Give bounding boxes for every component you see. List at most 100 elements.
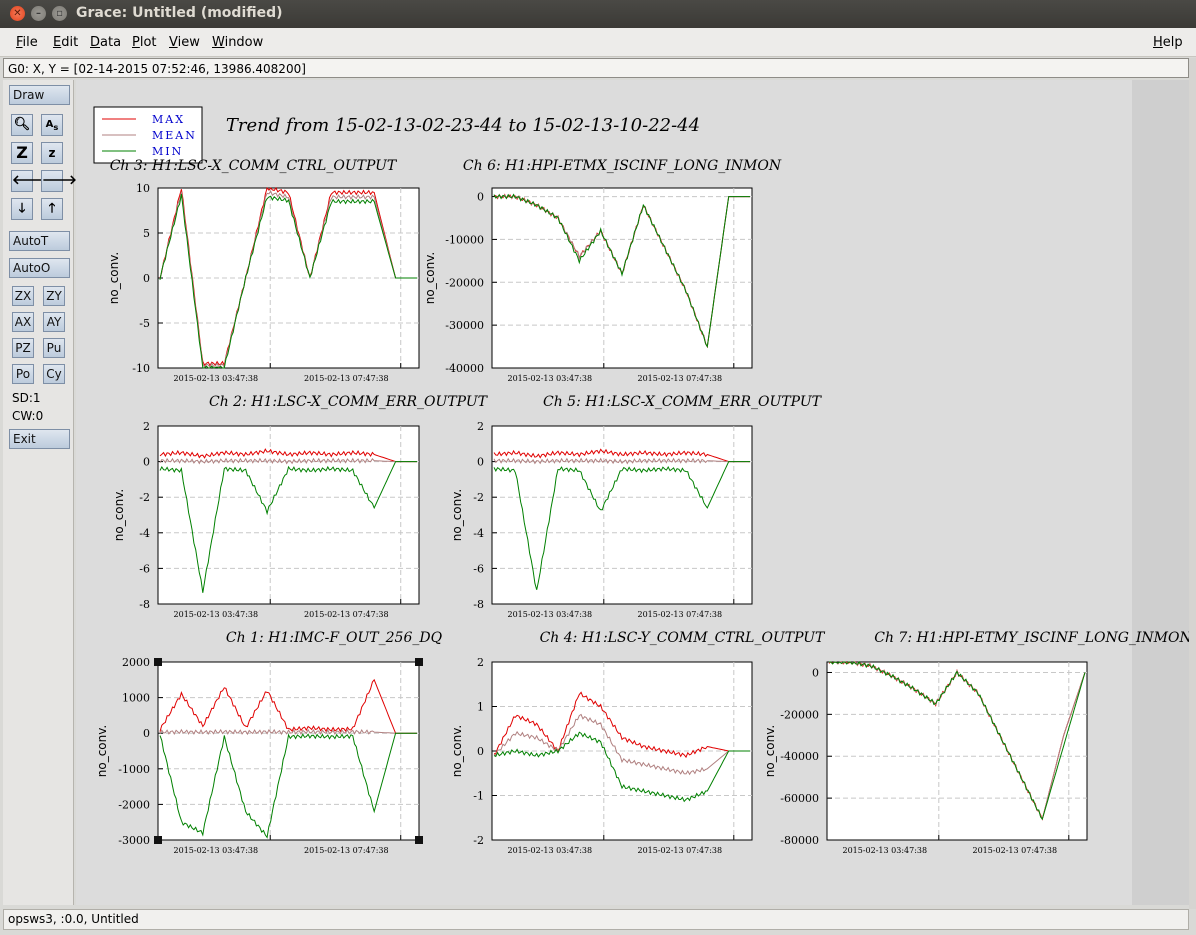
- autoscale-text-button[interactable]: As: [41, 114, 63, 136]
- y-tick-label: -2: [473, 491, 484, 504]
- tool-panel: Draw 🔍︎ As Z z 🡐 🡒 🡓 🡑 AutoT AutoO ZX ZY…: [3, 80, 77, 905]
- x-tick-label: 2015-02-13 03:47:38: [174, 846, 259, 855]
- menu-view[interactable]: View: [169, 35, 200, 50]
- legend-label-mean: MEAN: [152, 129, 197, 142]
- graph-canvas[interactable]: MAX MEAN MIN Trend from 15-02-13-02-23-44 …: [76, 80, 1192, 905]
- y-tick-label: -2: [473, 834, 484, 847]
- drawing-canvas-area[interactable]: MAX MEAN MIN Trend from 15-02-13-02-23-44 …: [76, 80, 1192, 905]
- draw-button[interactable]: Draw: [9, 85, 70, 105]
- arrow-right-icon: 🡒: [42, 173, 77, 188]
- locator-display: G0: X, Y = [02-14-2015 07:52:46, 13986.4…: [3, 58, 1189, 78]
- y-tick-label: 0: [812, 666, 819, 679]
- y-tick-label: 2: [477, 420, 484, 433]
- x-tick-label: 2015-02-13 03:47:38: [507, 610, 592, 619]
- x-tick-label: 2015-02-13 03:47:38: [507, 846, 592, 855]
- selection-handle[interactable]: [154, 836, 162, 844]
- menu-data[interactable]: Data: [90, 35, 121, 50]
- zoom-out-button[interactable]: z: [41, 142, 63, 164]
- window-title: Grace: Untitled (modified): [76, 5, 283, 21]
- autoscale-text-icon: As: [45, 119, 59, 132]
- y-tick-label: -1000: [118, 763, 150, 776]
- y-tick-label: 2: [477, 656, 484, 669]
- x-tick-label: 2015-02-13 07:47:38: [304, 610, 389, 619]
- y-tick-label: 0: [477, 745, 484, 758]
- y-tick-label: -4: [139, 527, 150, 540]
- y-tick-label: 2000: [122, 656, 150, 669]
- plot-frame: [157, 425, 420, 605]
- menu-window[interactable]: Window: [212, 35, 263, 50]
- current-world-label: CW:0: [12, 409, 44, 423]
- scroll-up-button[interactable]: 🡑: [41, 198, 63, 220]
- graph-title: Ch 4: H1:LSC-Y_COMM_CTRL_OUTPUT: [540, 630, 826, 646]
- menu-file[interactable]: File: [16, 35, 38, 50]
- selection-handle[interactable]: [415, 836, 423, 844]
- plot-frame: [491, 187, 753, 369]
- selection-handle[interactable]: [154, 658, 162, 666]
- x-tick-label: 2015-02-13 07:47:38: [637, 846, 722, 855]
- x-tick-label: 2015-02-13 07:47:38: [304, 846, 389, 855]
- status-bar: opsws3, :0.0, Untitled: [3, 909, 1189, 930]
- close-window-button[interactable]: ✕: [10, 6, 25, 21]
- zoom-in-button[interactable]: Z: [11, 142, 33, 164]
- ax-button[interactable]: AX: [12, 312, 34, 332]
- zx-button[interactable]: ZX: [12, 286, 34, 306]
- x-tick-label: 2015-02-13 07:47:38: [304, 374, 389, 383]
- autoo-button[interactable]: AutoO: [9, 258, 70, 278]
- y-tick-label: -80000: [780, 834, 819, 847]
- stack-depth-label: SD:1: [12, 391, 41, 405]
- y-tick-label: -6: [473, 562, 484, 575]
- y-tick-label: -6: [139, 562, 150, 575]
- y-tick-label: 0: [477, 456, 484, 469]
- y-tick-label: 1: [477, 701, 484, 714]
- y-axis-label: no_conv.: [95, 725, 109, 777]
- vertical-scrollbar[interactable]: [1189, 58, 1196, 909]
- x-tick-label: 2015-02-13 03:47:38: [842, 846, 927, 855]
- po-button[interactable]: Po: [12, 364, 34, 384]
- autot-button[interactable]: AutoT: [9, 231, 70, 251]
- arrow-down-icon: 🡓: [18, 201, 26, 216]
- x-tick-label: 2015-02-13 03:47:38: [174, 610, 259, 619]
- window-titlebar: ✕ – ▫ Grace: Untitled (modified): [0, 0, 1196, 28]
- y-axis-label: no_conv.: [107, 252, 121, 304]
- x-tick-label: 2015-02-13 07:47:38: [637, 374, 722, 383]
- zy-button[interactable]: ZY: [43, 286, 65, 306]
- pz-button[interactable]: PZ: [12, 338, 34, 358]
- menu-help[interactable]: Help: [1153, 35, 1183, 50]
- y-tick-label: -60000: [780, 792, 819, 805]
- maximize-window-button[interactable]: ▫: [52, 6, 67, 21]
- y-tick-label: 10: [136, 182, 150, 195]
- menubar: File Edit Data Plot View Window Help: [0, 28, 1196, 57]
- ay-button[interactable]: AY: [43, 312, 65, 332]
- legend-label-min: MIN: [152, 145, 183, 158]
- y-tick-label: -10: [132, 362, 150, 375]
- plot-frame: [826, 661, 1088, 841]
- y-tick-label: 0: [143, 727, 150, 740]
- graph-title: Ch 2: H1:LSC-X_COMM_ERR_OUTPUT: [209, 394, 489, 410]
- minimize-window-button[interactable]: –: [31, 6, 46, 21]
- y-axis-label: no_conv.: [112, 489, 126, 541]
- magnifier-icon: 🔍︎: [13, 117, 31, 132]
- plot-frame: [157, 661, 420, 841]
- scroll-left-button[interactable]: 🡐: [11, 170, 47, 192]
- y-axis-label: no_conv.: [763, 725, 777, 777]
- y-tick-label: -2: [139, 491, 150, 504]
- scroll-right-button[interactable]: 🡒: [41, 170, 77, 192]
- y-axis-label: no_conv.: [450, 489, 464, 541]
- y-tick-label: 0: [143, 272, 150, 285]
- exit-button[interactable]: Exit: [9, 429, 70, 449]
- pu-button[interactable]: Pu: [43, 338, 65, 358]
- y-tick-label: 0: [477, 191, 484, 204]
- x-tick-label: 2015-02-13 03:47:38: [174, 374, 259, 383]
- zoom-button[interactable]: 🔍︎: [11, 114, 33, 136]
- y-tick-label: 5: [143, 227, 150, 240]
- y-tick-label: 2: [143, 420, 150, 433]
- menu-edit[interactable]: Edit: [53, 35, 78, 50]
- x-tick-label: 2015-02-13 07:47:38: [637, 610, 722, 619]
- menu-plot[interactable]: Plot: [132, 35, 157, 50]
- y-axis-label: no_conv.: [450, 725, 464, 777]
- scroll-down-button[interactable]: 🡓: [11, 198, 33, 220]
- y-tick-label: -3000: [118, 834, 150, 847]
- canvas-margin: [1132, 80, 1189, 905]
- selection-handle[interactable]: [415, 658, 423, 666]
- cy-button[interactable]: Cy: [43, 364, 65, 384]
